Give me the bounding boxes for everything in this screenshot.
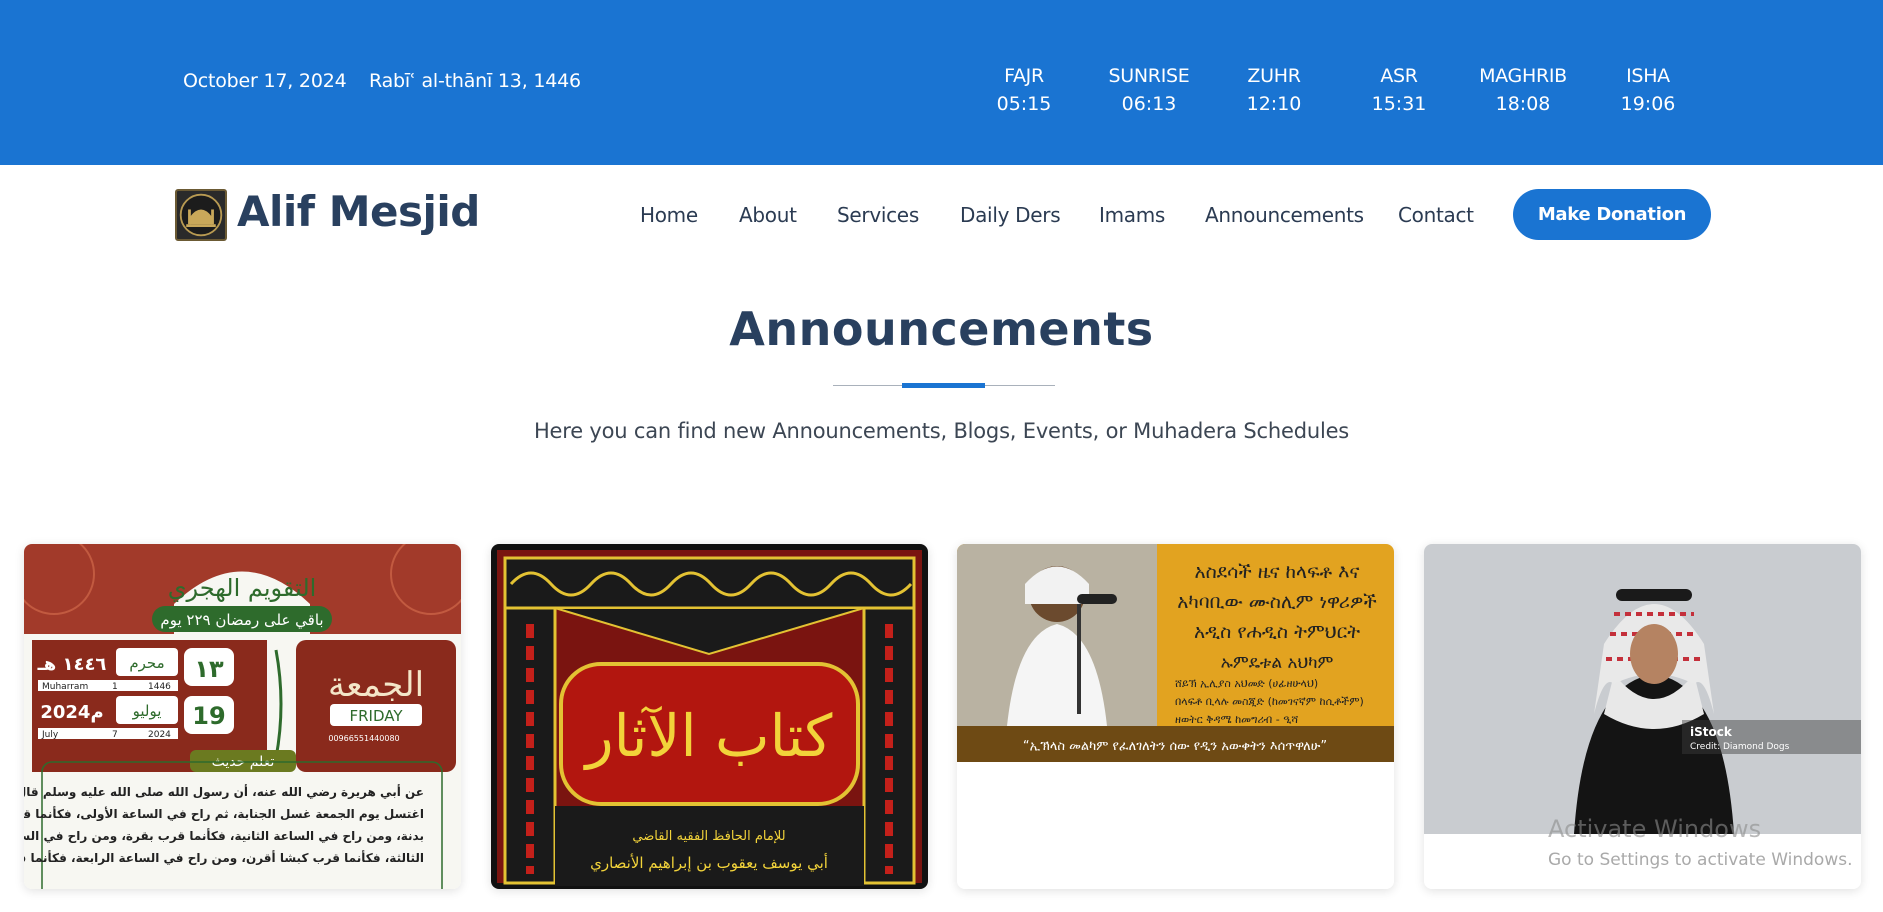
prayer-time: 18:08 — [1495, 93, 1551, 115]
prayer-name: SUNRISE — [1108, 65, 1190, 87]
section-subtitle: Here you can find new Announcements, Blo… — [533, 419, 1350, 443]
section-title: Announcements — [729, 302, 1154, 356]
nav-imams-link[interactable]: Imams — [1099, 203, 1165, 227]
greg-day: 19 — [192, 702, 225, 730]
prayer-time: 05:15 — [996, 93, 1052, 115]
greg-month: يوليو — [132, 702, 162, 720]
hijri-latin-day: 1 — [112, 682, 118, 692]
book-author: أبي يوسف يعقوب بن إبراهيم الأنصاري — [590, 853, 828, 873]
hadith-line: بدنة، ومن راح في الساعة الثانية، فكأنما … — [24, 828, 424, 844]
ramadan-countdown: باقي على رمضان ٢٢٩ يوم — [160, 611, 323, 630]
poster-item: በላፍቶ ቢላሉ መስጂድ (ከመገናኛም ከሲቶችም) — [1175, 695, 1364, 708]
announcement-card-calendar[interactable]: التقويم الهجري باقي على رمضان ٢٢٩ يوم ١٣… — [24, 544, 461, 889]
prayer-time: 15:31 — [1371, 93, 1427, 115]
gregorian-date: October 17, 2024 — [183, 70, 347, 92]
poster-item: ሸይኽ ኢሊያስ አህመድ (ሀፊዘሁላህ) — [1175, 677, 1318, 690]
poster-line: አዲስ የሐዲስ ትምህርት — [1194, 621, 1360, 643]
prayer-asr: ASR 15:31 — [1344, 62, 1454, 118]
poster-footer: “ኢኽላስ መልካም የፈለገለትን ሰው የዲን አውቀትን እሰጥዋለሁ” — [1023, 739, 1327, 754]
istock-credit: Credit: Diamond Dogs — [1690, 742, 1790, 752]
prayer-name: ASR — [1380, 65, 1418, 87]
prayer-time: 19:06 — [1620, 93, 1676, 115]
hijri-latin-month: Muharram — [42, 682, 88, 692]
hijri-latin-year: 1446 — [148, 682, 171, 692]
book-title: كتاب الآثار — [583, 702, 833, 771]
istock-brand: iStock — [1690, 725, 1733, 739]
prayer-fajr: FAJR 05:15 — [969, 62, 1079, 118]
weekday-english: FRIDAY — [349, 707, 403, 725]
hadith-line: الثالثة، فكأنما قرب كبشا أقرن، ومن راح ف… — [24, 850, 424, 866]
hijri-day: ١٣ — [194, 655, 224, 683]
announcement-card-lecture[interactable]: አስደሳች ዜና ከላፍቶ እና አካባቢው ሙስሊም ነዋሪዎች አዲስ የሐ… — [957, 544, 1394, 889]
poster-line: አስደሳች ዜና ከላፍቶ እና — [1195, 561, 1360, 583]
site-brand[interactable]: Alif Mesjid — [237, 187, 480, 236]
book-cover-image: كتاب الآثار للإمام الحافظ الفقيه القاضي … — [491, 544, 928, 889]
main-navigation: Alif Mesjid Home About Services Daily De… — [0, 165, 1883, 265]
mosque-logo-icon[interactable] — [175, 189, 227, 241]
title-divider-accent — [902, 383, 985, 388]
prayer-sunrise: SUNRISE 06:13 — [1094, 62, 1204, 118]
nav-home-link[interactable]: Home — [640, 203, 698, 227]
calendar-phone: 00966551440080 — [328, 734, 399, 743]
prayer-name: ZUHR — [1247, 65, 1301, 87]
book-subtitle: للإمام الحافظ الفقيه القاضي — [632, 829, 785, 844]
announcement-card-book[interactable]: كتاب الآثار للإمام الحافظ الفقيه القاضي … — [491, 544, 928, 889]
hijri-year: ١٤٤٦ هـ — [37, 654, 107, 675]
poster-line: ኡምዴቱል አህካም — [1221, 653, 1334, 673]
prayer-name: FAJR — [1004, 65, 1044, 87]
nav-daily-ders-link[interactable]: Daily Ders — [960, 203, 1061, 227]
prayer-name: ISHA — [1626, 65, 1670, 87]
hadith-line: عن أبي هريرة رضي الله عنه، أن رسول الله … — [24, 784, 424, 800]
nav-services-link[interactable]: Services — [837, 203, 919, 227]
calendar-header: التقويم الهجري — [168, 574, 317, 602]
nav-contact-link[interactable]: Contact — [1398, 203, 1474, 227]
prayer-zuhr: ZUHR 12:10 — [1219, 62, 1329, 118]
activate-windows-subtitle: Go to Settings to activate Windows. — [1548, 850, 1853, 870]
greg-latin-month: July — [41, 730, 59, 740]
hijri-date: Rabīʿ al-thānī 13, 1446 — [369, 70, 581, 92]
poster-line: አካባቢው ሙስሊም ነዋሪዎች — [1177, 591, 1377, 613]
greg-latin-day: 7 — [112, 730, 118, 740]
greg-year: 2024م — [40, 702, 103, 723]
hadith-line: اغتسل يوم الجمعة غسل الجنابة، ثم راح في … — [24, 806, 424, 822]
prayer-maghrib: MAGHRIB 18:08 — [1468, 62, 1578, 118]
activate-windows-title: Activate Windows — [1548, 815, 1762, 843]
lecture-poster-image: አስደሳች ዜና ከላፍቶ እና አካባቢው ሙስሊም ነዋሪዎች አዲስ የሐ… — [957, 544, 1394, 889]
weekday-arabic: الجمعة — [328, 665, 424, 705]
prayer-time: 06:13 — [1121, 93, 1177, 115]
prayer-times-bar: October 17, 2024 Rabīʿ al-thānī 13, 1446… — [0, 0, 1883, 165]
prayer-time: 12:10 — [1246, 93, 1302, 115]
greg-latin-year: 2024 — [148, 730, 171, 740]
calendar-poster-image: التقويم الهجري باقي على رمضان ٢٢٩ يوم ١٣… — [24, 544, 461, 889]
prayer-isha: ISHA 19:06 — [1593, 62, 1703, 118]
hijri-month: محرم — [129, 654, 164, 672]
nav-about-link[interactable]: About — [739, 203, 797, 227]
prayer-name: MAGHRIB — [1479, 65, 1567, 87]
poster-item: ዘወትር ቅዳሜ ከመግሪብ - ዒሻ — [1175, 713, 1298, 726]
make-donation-button[interactable]: Make Donation — [1513, 189, 1711, 240]
nav-announcements-link[interactable]: Announcements — [1205, 203, 1364, 227]
